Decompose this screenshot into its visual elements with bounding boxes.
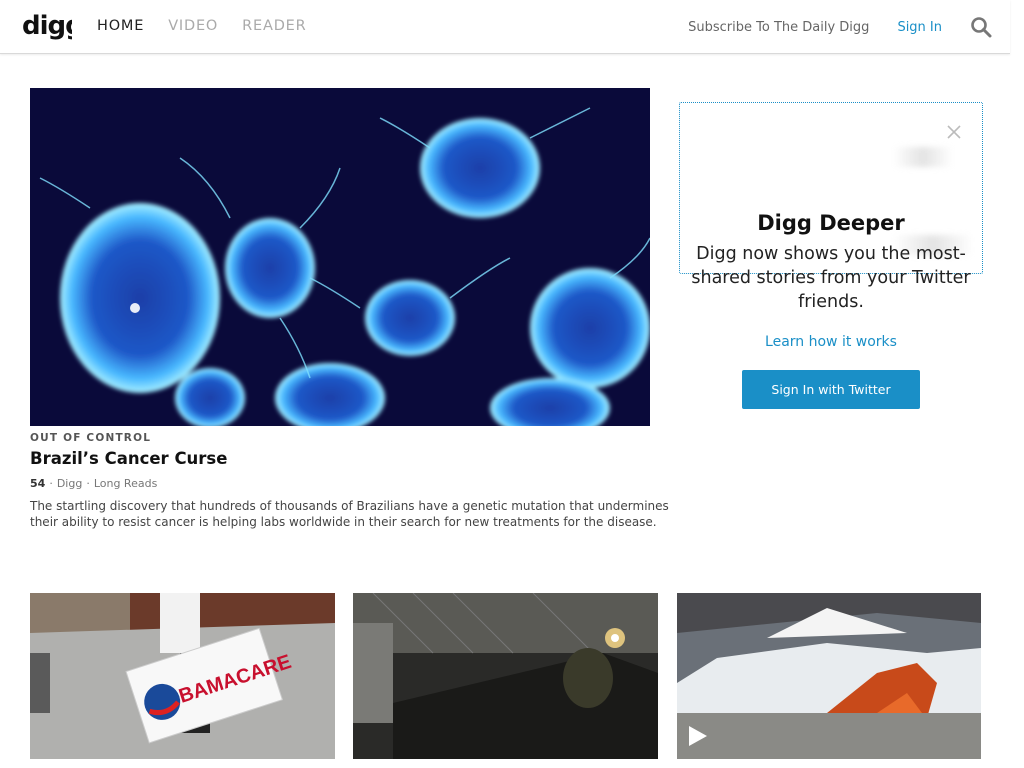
digg-deeper-description: Digg now shows you the most-shared stori… bbox=[691, 244, 971, 312]
learn-how-link[interactable]: Learn how it works bbox=[679, 334, 983, 350]
signin-link[interactable]: Sign In bbox=[897, 20, 942, 35]
site-header: digg HOME VIDEO READER Subscribe To The … bbox=[0, 0, 1010, 54]
nav-video[interactable]: VIDEO bbox=[168, 18, 218, 34]
nav-reader[interactable]: READER bbox=[242, 18, 306, 34]
search-icon[interactable] bbox=[970, 16, 992, 38]
svg-text:digg: digg bbox=[22, 12, 72, 41]
meta-separator: · bbox=[86, 477, 90, 490]
digg-deeper-title: Digg Deeper bbox=[757, 211, 905, 235]
hero-description: The startling discovery that hundreds of… bbox=[30, 499, 669, 529]
main-nav: HOME VIDEO READER bbox=[97, 18, 307, 34]
meta-separator: · bbox=[49, 477, 53, 490]
hero-meta: 54 · Digg · Long Reads bbox=[30, 477, 157, 490]
signin-twitter-button[interactable]: Sign In with Twitter bbox=[742, 370, 920, 409]
hero-source[interactable]: Digg bbox=[57, 477, 83, 490]
hero-image[interactable] bbox=[30, 88, 650, 426]
hero-kicker: OUT OF CONTROL bbox=[30, 432, 152, 444]
subscribe-link[interactable]: Subscribe To The Daily Digg bbox=[688, 20, 869, 35]
welder-thumbnail[interactable] bbox=[353, 593, 658, 759]
obamacare-thumbnail[interactable]: BAMACARE bbox=[30, 593, 335, 759]
blood-falls-thumbnail[interactable] bbox=[677, 593, 981, 759]
blurred-placeholder bbox=[893, 147, 953, 167]
close-icon[interactable] bbox=[946, 124, 962, 140]
digg-count[interactable]: 54 bbox=[30, 477, 45, 490]
header-actions: Subscribe To The Daily Digg Sign In bbox=[688, 16, 992, 38]
digg-logo[interactable]: digg bbox=[22, 12, 72, 42]
nav-home[interactable]: HOME bbox=[97, 18, 144, 34]
hero-title[interactable]: Brazil’s Cancer Curse bbox=[30, 449, 227, 468]
hero-category[interactable]: Long Reads bbox=[94, 477, 158, 490]
